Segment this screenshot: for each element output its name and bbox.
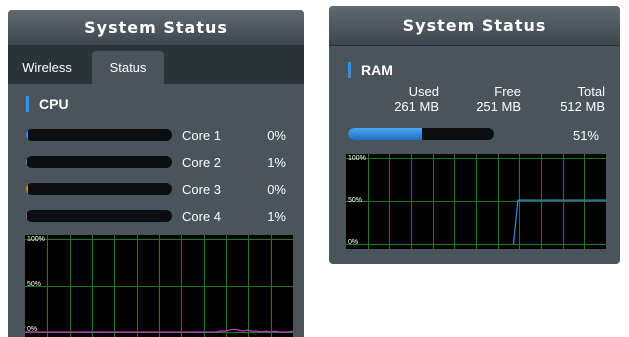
core-2-usage-fill (26, 156, 28, 168)
system-status-panel-ram: System Status RAM Used 261 MB Free 251 M… (329, 6, 620, 264)
tab-wireless[interactable]: Wireless (16, 51, 78, 84)
panel-title: System Status (8, 10, 304, 46)
ram-usage-fill (348, 128, 423, 140)
graph-series-line (512, 199, 606, 245)
panel-title: System Status (329, 6, 620, 46)
ram-history-graph: 100% 50% 0% (346, 154, 606, 249)
system-status-panel-cpu: System Status Wireless Status CPU Core 1… (8, 10, 304, 337)
core-4-label: Core 4 (182, 208, 222, 224)
ram-free-value: 251 MB (476, 99, 521, 114)
core-3-usage-bar (26, 183, 172, 195)
cpu-section-title: CPU (26, 96, 69, 112)
core-2-usage-bar (26, 156, 172, 168)
core-1-usage-bar (26, 129, 172, 141)
core-4-percent: 1% (267, 208, 286, 224)
cpu-history-graph: 100% 50% 0% (25, 235, 293, 337)
ram-graph-svg (346, 154, 606, 249)
ram-graph-label-50: 50% (348, 197, 363, 204)
core-row-3: Core 3 0% (26, 181, 286, 197)
ram-stats: Used 261 MB Free 251 MB Total 512 MB (329, 84, 620, 118)
ram-section-title: RAM (348, 62, 393, 78)
core-3-label: Core 3 (182, 181, 222, 197)
core-2-percent: 1% (267, 154, 286, 170)
ram-used-header: Used (408, 84, 439, 99)
section-accent-bar (26, 96, 29, 112)
core-1-label: Core 1 (182, 127, 222, 143)
ram-total-header: Total (577, 84, 605, 99)
ram-graph-label-0: 0% (348, 239, 359, 246)
core-row-2: Core 2 1% (26, 154, 286, 170)
tab-bar: Wireless Status (8, 46, 304, 84)
core-1-usage-fill (26, 129, 28, 141)
core-1-percent: 0% (267, 127, 286, 143)
cpu-title: CPU (39, 96, 69, 112)
ram-free-header: Free (494, 84, 521, 99)
cpu-graph-svg (25, 235, 293, 337)
ram-total: Total 512 MB (547, 84, 605, 114)
cpu-graph-label-100: 100% (27, 236, 45, 243)
core-3-percent: 0% (267, 181, 286, 197)
ram-graph-label-100: 100% (348, 155, 366, 162)
core-3-usage-fill (26, 183, 28, 195)
ram-total-value: 512 MB (560, 99, 605, 114)
ram-title: RAM (361, 62, 393, 78)
core-4-usage-fill (26, 210, 28, 222)
ram-used-value: 261 MB (394, 99, 439, 114)
ram-used: Used 261 MB (381, 84, 439, 114)
core-4-usage-bar (26, 210, 172, 222)
core-row-4: Core 4 1% (26, 208, 286, 224)
ram-free: Free 251 MB (463, 84, 521, 114)
cpu-graph-label-50: 50% (27, 281, 42, 288)
core-2-label: Core 2 (182, 154, 222, 170)
ram-usage-percent: 51% (572, 128, 599, 143)
ram-usage-bar (348, 128, 494, 140)
cpu-graph-label-0: 0% (27, 326, 38, 333)
core-row-1: Core 1 0% (26, 127, 286, 143)
section-accent-bar (348, 62, 351, 78)
tab-status[interactable]: Status (92, 51, 164, 84)
